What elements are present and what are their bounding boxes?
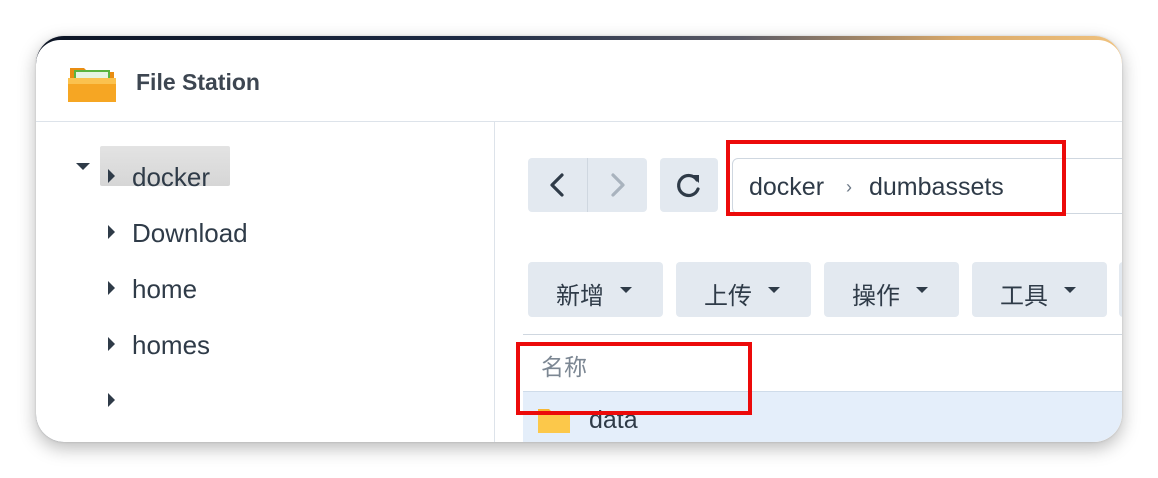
highlight-box-row [516, 342, 752, 415]
sidebar-item-label: Download [132, 218, 248, 248]
caret-down-icon [768, 287, 780, 293]
caret-right-icon[interactable] [108, 337, 115, 351]
list-divider [523, 334, 1122, 335]
title-bar: File Station [36, 40, 1122, 122]
sidebar-item-home[interactable]: home [106, 270, 466, 310]
tools-button[interactable]: 工具 [972, 262, 1107, 317]
file-station-folder-icon [68, 68, 116, 102]
sidebar-item-label: homes [132, 330, 211, 360]
back-button[interactable] [528, 158, 587, 212]
caret-right-icon[interactable] [108, 225, 115, 239]
sidebar-item-label: docker [132, 162, 211, 192]
caret-down-icon[interactable] [76, 163, 90, 170]
refresh-icon [677, 173, 700, 198]
caret-right-icon[interactable] [108, 281, 115, 295]
upload-button-label: 上传 [704, 283, 752, 310]
sidebar-item-download[interactable]: Download [106, 214, 466, 254]
caret-right-icon[interactable] [108, 169, 115, 183]
sidebar-item-docker[interactable]: docker [106, 158, 466, 198]
highlight-box-path [726, 140, 1066, 216]
tools-button-label: 工具 [1000, 283, 1048, 310]
app-title: File Station [136, 69, 260, 95]
action-button[interactable]: 操作 [824, 262, 959, 317]
create-button[interactable]: 新增 [528, 262, 663, 317]
sidebar-item-partial[interactable] [106, 382, 466, 422]
nav-button-group [528, 158, 647, 212]
caret-down-icon [620, 287, 632, 293]
chevron-right-icon [611, 173, 625, 197]
chevron-left-icon [550, 173, 564, 197]
caret-down-icon [1064, 287, 1076, 293]
caret-down-icon [916, 287, 928, 293]
action-button-label: 操作 [852, 283, 900, 310]
sidebar-item-label: home [132, 274, 198, 304]
sidebar-item-homes[interactable]: homes [106, 326, 466, 366]
forward-button[interactable] [588, 158, 647, 212]
refresh-button[interactable] [660, 158, 718, 212]
create-button-label: 新增 [556, 283, 604, 310]
upload-button[interactable]: 上传 [676, 262, 811, 317]
caret-right-icon[interactable] [108, 393, 115, 407]
more-toolbar-button[interactable] [1119, 262, 1122, 317]
